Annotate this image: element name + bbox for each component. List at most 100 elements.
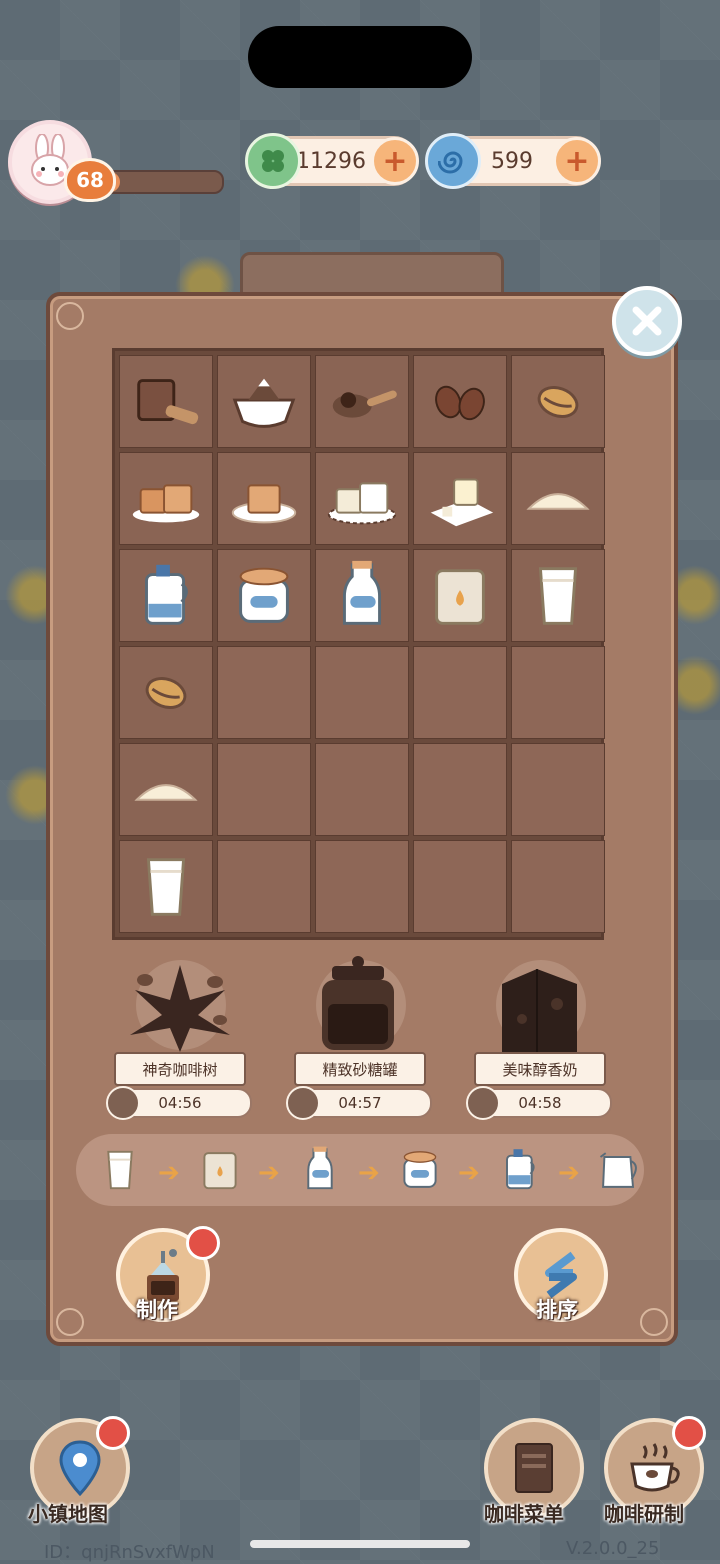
coffee-bean-icon [145, 676, 187, 709]
milk-carton-icon [502, 969, 577, 1052]
grid-cell-milk-bag[interactable] [413, 549, 507, 642]
latte-cup-icon [232, 378, 296, 428]
milk-jar-icon [239, 567, 289, 623]
add-leaf-button[interactable]: + [371, 137, 419, 185]
version-label: V.2.0.0_25 [566, 1538, 660, 1559]
chain-item-milk-jug [492, 1142, 548, 1198]
producer-coffee-tree[interactable]: 神奇咖啡树 04:56 [106, 960, 252, 1120]
grid-cell-empty[interactable] [217, 840, 311, 933]
grid-cell-milk-glass[interactable] [511, 549, 605, 642]
sugar-powder-icon [526, 492, 590, 510]
grid-cell-empty[interactable] [511, 840, 605, 933]
notification-dot [672, 1416, 706, 1450]
grid-cell-sugar-cube-napkin[interactable] [413, 452, 507, 545]
craft-label: 制作 [136, 1298, 178, 1322]
chain-item-milk-glass [92, 1142, 148, 1198]
grid-cell-latte-cup[interactable] [217, 355, 311, 448]
grid-cell-empty[interactable] [217, 646, 311, 739]
leaf-currency: 11296 + [245, 133, 419, 189]
grid-cell-coffee-bean[interactable] [119, 646, 213, 739]
mug-milk-pitcher-icon [137, 378, 199, 424]
milk-glass-icon [107, 1150, 133, 1190]
close-button[interactable] [612, 286, 682, 356]
notification-dot [96, 1416, 130, 1450]
grid-cell-empty[interactable] [413, 646, 507, 739]
producer-timer: 04:56 [106, 1086, 252, 1120]
grid-cell-sugar-powder[interactable] [119, 743, 213, 836]
chain-item-milk-jar [392, 1142, 448, 1198]
producer-name: 美味醇香奶 [474, 1052, 606, 1086]
milk-glass-icon [538, 566, 578, 625]
milk-bottle-icon [307, 1146, 333, 1190]
sort-label: 排序 [536, 1298, 578, 1322]
menu-book-icon [515, 1443, 553, 1493]
grid-cell-empty[interactable] [511, 646, 605, 739]
grid-cell-empty[interactable] [217, 743, 311, 836]
clock-icon [286, 1086, 320, 1120]
grid-cell-mug-milk-pitcher[interactable] [119, 355, 213, 448]
producer-timer: 04:58 [466, 1086, 612, 1120]
producer-timer: 04:57 [286, 1086, 432, 1120]
notification-dot [186, 1226, 220, 1260]
grid-cell-coffee-bean[interactable] [511, 355, 605, 448]
merge-chain-bar: ➔ ➔ ➔ ➔ ➔ [76, 1134, 644, 1206]
grid-cell-empty[interactable] [413, 743, 507, 836]
level-badge: 68 [64, 158, 116, 202]
brown-sugar-plate-icon [231, 483, 297, 523]
producer-milk-carton[interactable]: 美味醇香奶 04:58 [466, 960, 612, 1120]
milk-bottle-icon [342, 560, 382, 625]
producer-name: 精致砂糖罐 [294, 1052, 426, 1086]
timer-value: 04:56 [158, 1094, 202, 1112]
producer-sugar-jar[interactable]: 精致砂糖罐 04:57 [286, 956, 432, 1120]
milk-bag-icon [435, 568, 485, 625]
grid-cell-milk-bottle[interactable] [315, 549, 409, 642]
grid-cell-empty[interactable] [315, 646, 409, 739]
grid-cell-brown-sugar-plate[interactable] [217, 452, 311, 545]
grid-cell-empty[interactable] [511, 743, 605, 836]
grid-cell-empty[interactable] [315, 840, 409, 933]
clock-icon [106, 1086, 140, 1120]
milk-jug-icon [506, 1149, 535, 1190]
grid-cell-milk-glass[interactable] [119, 840, 213, 933]
grid-cell-brown-sugar-cubes[interactable] [119, 452, 213, 545]
coffee-bean-icon [537, 385, 579, 418]
coffee-scoop-icon [332, 389, 397, 418]
inventory-grid [112, 348, 605, 940]
coffee-menu-label: 咖啡菜单 [484, 1502, 564, 1526]
chain-arrow-icon: ➔ [158, 1158, 180, 1188]
grid-cell-sugar-powder[interactable] [511, 452, 605, 545]
coffee-research-label: 咖啡研制 [604, 1502, 684, 1526]
town-map-label: 小镇地图 [28, 1502, 108, 1526]
grid-cell-milk-jug[interactable] [119, 549, 213, 642]
chain-item-milk-pitcher [592, 1142, 648, 1198]
timer-value: 04:58 [518, 1094, 562, 1112]
grid-cell-white-sugar-cubes[interactable] [315, 452, 409, 545]
grid-cell-empty[interactable] [413, 840, 507, 933]
sugar-powder-icon [134, 783, 198, 801]
swirl-currency: 599 + [425, 133, 601, 189]
grid-cell-coffee-beans[interactable] [413, 355, 507, 448]
chain-item-milk-bag [192, 1142, 248, 1198]
chain-arrow-icon: ➔ [358, 1158, 380, 1188]
swirl-icon [425, 133, 481, 189]
grid-cell-coffee-scoop[interactable] [315, 355, 409, 448]
grid-cell-empty[interactable] [315, 743, 409, 836]
player-id: ID：qnjRnSvxfWpN [44, 1542, 215, 1563]
timer-value: 04:57 [338, 1094, 382, 1112]
milk-glass-icon [146, 857, 186, 916]
clock-icon [466, 1086, 500, 1120]
add-swirl-button[interactable]: + [553, 137, 601, 185]
home-indicator [250, 1540, 470, 1548]
map-pin-icon [59, 1440, 101, 1497]
grid-cell-milk-jar[interactable] [217, 549, 311, 642]
clover-icon [245, 133, 301, 189]
coffee-cup-icon [630, 1443, 680, 1492]
chain-item-milk-bottle [292, 1142, 348, 1198]
milk-jar-icon [403, 1151, 437, 1188]
sugar-cube-napkin-icon [430, 478, 494, 526]
white-sugar-cubes-icon [327, 481, 397, 524]
chain-arrow-icon: ➔ [458, 1158, 480, 1188]
milk-pitcher-icon [599, 1152, 637, 1188]
close-icon [632, 306, 662, 336]
milk-jug-icon [145, 564, 188, 625]
